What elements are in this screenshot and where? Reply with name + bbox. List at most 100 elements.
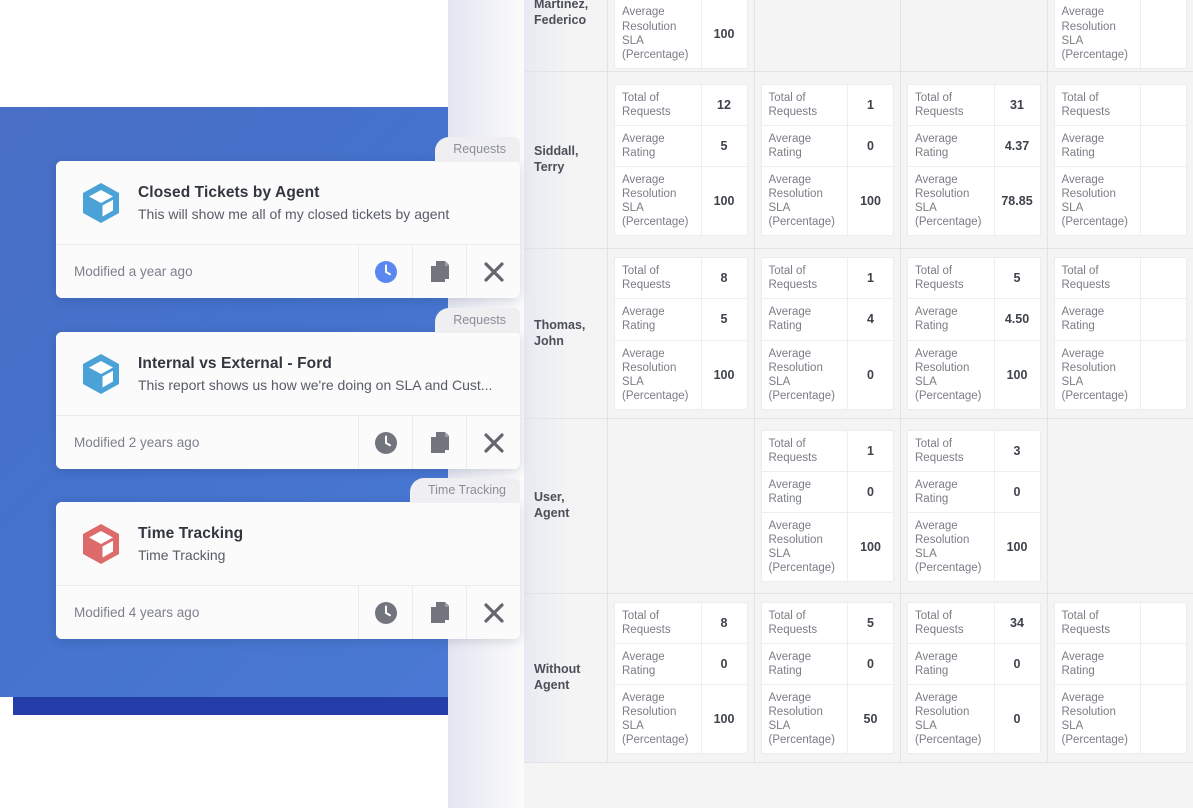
metric-value: 3 [994, 431, 1040, 471]
metric-value: 1 [847, 258, 893, 298]
metric-label: Average Resolution SLA (Percentage) [908, 513, 994, 581]
card-history-button[interactable] [358, 245, 412, 298]
metric-box: Total of Requests1Average Rating4Average… [761, 257, 895, 409]
metric-line: Average Rating5 [615, 126, 747, 167]
metric-value [1140, 603, 1186, 643]
metric-value [1140, 0, 1186, 68]
metric-label: Average Rating [908, 472, 994, 512]
card-text: Closed Tickets by AgentThis will show me… [128, 184, 449, 222]
metric-label: Average Resolution SLA (Percentage) [908, 341, 994, 409]
metric-value: 1 [847, 431, 893, 471]
metric-value [1140, 167, 1186, 235]
cube-icon [81, 523, 121, 565]
card-close-button[interactable] [466, 416, 520, 469]
copy-icon[interactable] [428, 430, 452, 455]
metric-line: Total of Requests8 [615, 603, 747, 644]
metric-line: Total of Requests [1055, 258, 1187, 299]
history-clock-icon[interactable] [373, 600, 399, 626]
copy-icon[interactable] [428, 600, 452, 625]
metric-label: Total of Requests [1055, 603, 1141, 643]
metric-label: Average Rating [762, 644, 848, 684]
history-clock-icon[interactable] [373, 430, 399, 456]
table-row: Thomas, JohnTotal of Requests8Average Ra… [524, 249, 1193, 419]
metric-value: 1 [847, 85, 893, 125]
metric-line: Average Resolution SLA (Percentage) [1055, 685, 1187, 753]
metric-box: Total of Requests1Average Rating0Average… [761, 430, 895, 582]
agent-name-cell: Thomas, John [524, 249, 608, 418]
metric-value: 4 [847, 299, 893, 339]
metric-line: Average Rating [1055, 644, 1187, 685]
metric-label: Total of Requests [762, 258, 848, 298]
metric-value: 100 [994, 513, 1040, 581]
metric-label: Average Resolution SLA (Percentage) [1055, 341, 1141, 409]
card-title: Closed Tickets by Agent [138, 184, 449, 202]
metric-box: Total of Requests12Average Rating5Averag… [614, 84, 748, 236]
metric-value: 4.50 [994, 299, 1040, 339]
metric-label: Total of Requests [908, 85, 994, 125]
card-title: Internal vs External - Ford [138, 355, 492, 373]
metric-value: 0 [994, 685, 1040, 753]
metric-line: Average Resolution SLA (Percentage)100 [762, 167, 894, 235]
metric-cell: Total of Requests5Average Rating0Average… [755, 594, 902, 762]
report-card[interactable]: Time TrackingTime TrackingTime TrackingM… [56, 502, 520, 639]
card-history-button[interactable] [358, 586, 412, 639]
metric-label: Average Resolution SLA (Percentage) [908, 685, 994, 753]
metric-box: Total of Requests34Average Rating0Averag… [907, 602, 1041, 754]
cube-icon [81, 182, 121, 224]
metric-label: Average Resolution SLA (Percentage) [762, 167, 848, 235]
metric-cell [755, 0, 902, 71]
metric-value [1140, 644, 1186, 684]
metric-box: Total of Requests31Average Rating4.37Ave… [907, 84, 1041, 236]
metric-line: Average Rating0 [762, 644, 894, 685]
metric-label: Average Rating [1055, 299, 1141, 339]
metric-line: Total of Requests [1055, 85, 1187, 126]
metric-line: Average Rating0 [762, 126, 894, 167]
metric-cell [1048, 419, 1193, 593]
metric-cell: Average Rating0Average Resolution SLA (P… [608, 0, 755, 71]
metric-line: Average Resolution SLA (Percentage)0 [762, 341, 894, 409]
card-history-button[interactable] [358, 416, 412, 469]
report-card[interactable]: RequestsInternal vs External - FordThis … [56, 332, 520, 469]
metric-line: Average Resolution SLA (Percentage)100 [908, 513, 1040, 581]
table-row: Siddall, TerryTotal of Requests12Average… [524, 72, 1193, 249]
card-copy-button[interactable] [412, 416, 466, 469]
cube-icon [74, 523, 128, 565]
card-footer: Modified 2 years ago [56, 415, 520, 469]
metric-line: Total of Requests1 [762, 85, 894, 126]
close-icon[interactable] [483, 432, 505, 454]
metric-value: 100 [701, 0, 747, 68]
metric-columns: Total of Requests12Average Rating5Averag… [608, 72, 1193, 248]
report-card[interactable]: RequestsClosed Tickets by AgentThis will… [56, 161, 520, 298]
metric-label: Average Resolution SLA (Percentage) [615, 167, 701, 235]
metric-cell: Total of RequestsAverage RatingAverage R… [1048, 72, 1193, 248]
card-copy-button[interactable] [412, 245, 466, 298]
history-clock-icon[interactable] [373, 259, 399, 285]
metric-box: Total of RequestsAverage RatingAverage R… [1054, 602, 1188, 754]
metric-line: Average Rating0 [762, 472, 894, 513]
metric-value [1140, 685, 1186, 753]
copy-icon[interactable] [428, 259, 452, 284]
metric-cell: Total of Requests5Average Rating4.50Aver… [901, 249, 1048, 418]
metric-line: Total of Requests12 [615, 85, 747, 126]
close-icon[interactable] [483, 602, 505, 624]
table-row: Without AgentTotal of Requests8 Average R… [524, 594, 1193, 763]
metric-label: Average Resolution SLA (Percentage) [1055, 167, 1141, 235]
metric-cell: Total of Requests1Average Rating0Average… [755, 419, 902, 593]
card-copy-button[interactable] [412, 586, 466, 639]
metric-value: 0 [847, 126, 893, 166]
metric-label: Average Resolution SLA (Percentage) [615, 341, 701, 409]
card-close-button[interactable] [466, 586, 520, 639]
agent-name-cell: Without Agent [524, 594, 608, 762]
metric-label: Average Rating [615, 299, 701, 339]
metric-line: Average Resolution SLA (Percentage)100 [762, 513, 894, 581]
agent-name-cell: Martinez, Federico [524, 0, 608, 71]
metric-label: Average Rating [1055, 126, 1141, 166]
metric-label: Average Rating [615, 126, 701, 166]
card-body: Time TrackingTime Tracking [56, 502, 520, 585]
metric-line: Average Rating5 [615, 299, 747, 340]
card-category-tag: Requests [435, 137, 520, 162]
agent-metrics-table: Martinez, FedericoAverage Rating0Average… [524, 0, 1193, 808]
close-icon[interactable] [483, 261, 505, 283]
card-close-button[interactable] [466, 245, 520, 298]
metric-value: 100 [701, 685, 747, 753]
